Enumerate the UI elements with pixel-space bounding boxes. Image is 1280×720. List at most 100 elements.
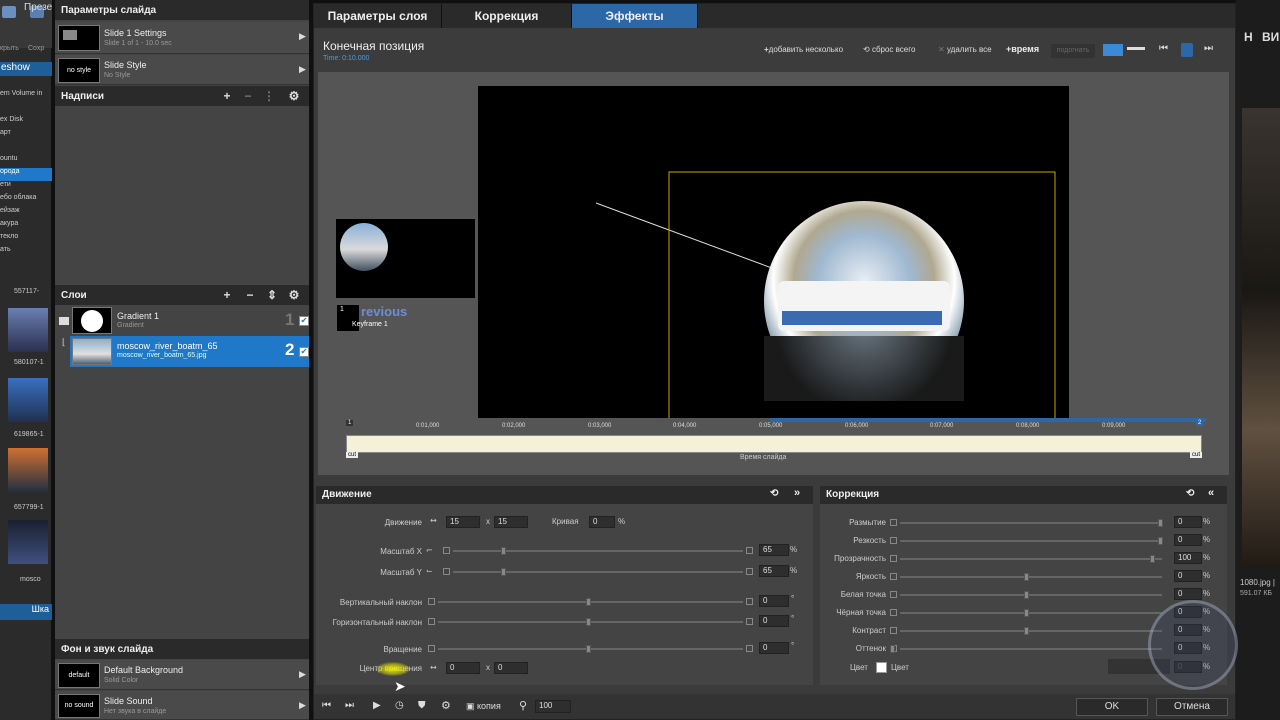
first-slide-icon[interactable]: ⏮ [322,700,331,711]
tree-item[interactable]: ети [0,181,52,194]
scale-y-input[interactable]: 65 [759,565,789,577]
slider-knob[interactable] [890,645,895,653]
scale-y-slider[interactable] [443,565,753,579]
center-y-input[interactable]: 0 [494,662,528,674]
view-mode-double-icon[interactable] [1127,47,1145,52]
link-bracket-icon[interactable]: ⌙ [426,566,433,575]
cut-right[interactable]: cut [1190,452,1203,458]
remove-layer-icon[interactable]: − [243,288,257,302]
tree-item[interactable]: em Volume in [0,90,52,103]
move-caption-icon[interactable]: ⋮ [262,89,276,103]
tree-item-selected[interactable]: орода [0,168,52,181]
slider-knob[interactable] [586,645,591,653]
correction-input[interactable]: 100 [1174,552,1202,564]
tree-item[interactable]: арт [0,129,52,142]
timeline-track[interactable] [346,435,1202,453]
rotation-input[interactable]: 0 [759,642,789,654]
correction-input[interactable]: 0 [1174,588,1202,600]
cut-left[interactable]: cut [346,452,359,458]
tree-item[interactable]: ебо облака [0,194,52,207]
reset-icon[interactable]: ⟲ [770,488,778,499]
correction-input[interactable]: 0 [1174,570,1202,582]
next-slide-icon[interactable]: ⏭ [345,700,354,711]
htilt-slider[interactable] [428,615,753,629]
reset-icon[interactable]: ⟲ [1186,488,1194,499]
slider-knob[interactable] [586,598,591,606]
correction-slider[interactable] [890,606,1170,620]
correction-slider[interactable] [890,534,1170,548]
slide-settings-row[interactable]: Slide 1 Settings Slide 1 of 1 - 10.0 sec… [55,22,309,54]
correction-slider[interactable] [890,624,1170,638]
reset-all-button[interactable]: ⟲ сброс всего [863,45,915,54]
layer-checkbox[interactable]: ✔ [299,316,309,326]
prev-keyframe-icon[interactable]: ⏮ [1159,43,1168,54]
shield-icon[interactable]: ⛊ [418,700,426,711]
correction-slider[interactable] [890,570,1170,584]
remove-caption-icon[interactable]: − [241,89,255,103]
cancel-button[interactable]: Отмена [1156,698,1228,716]
scale-x-slider[interactable] [443,544,753,558]
slide-canvas[interactable] [478,86,1069,418]
next-keyframe-icon[interactable]: ⏭ [1204,43,1213,54]
gear-icon[interactable]: ⚙ [441,699,451,712]
color-swatch[interactable] [876,662,887,673]
layer-visibility-icon[interactable] [59,317,69,325]
move-x-input[interactable]: 15 [446,516,480,528]
previous-keyframe-preview[interactable] [336,219,475,298]
slider-knob[interactable] [1149,555,1155,563]
correction-slider[interactable] [890,642,1170,656]
slider-knob[interactable] [1158,537,1163,545]
slider-knob[interactable] [1024,573,1029,581]
move-y-input[interactable]: 15 [494,516,528,528]
scale-tab[interactable]: Шка [0,604,52,620]
vtilt-slider[interactable] [428,595,753,609]
correction-input[interactable]: 0 [1174,516,1202,528]
zoom-input[interactable]: 100 [535,700,571,713]
add-several-button[interactable]: +добавить несколько [764,45,843,54]
slide-style-row[interactable]: no style Slide Style No Style ▶ [55,55,309,85]
correction-input[interactable]: 0 [1174,534,1202,546]
image-thumb[interactable] [8,378,48,422]
tab-layer-params[interactable]: Параметры слоя [314,4,442,28]
tab-effects[interactable]: Эффекты [572,4,698,28]
match-button[interactable]: подогнать [1051,44,1095,58]
slider-knob[interactable] [1024,591,1029,599]
add-time-button[interactable]: +время [1006,44,1039,54]
ok-button[interactable]: OK [1076,698,1148,716]
copy-button[interactable]: ▣ копия [466,701,501,712]
slider-knob[interactable] [1158,519,1163,527]
menu-fragment[interactable]: Презе [24,2,52,13]
collapse-icon[interactable]: « [1208,487,1214,499]
delete-all-button[interactable]: ✕ удалить все [938,45,992,54]
play-icon[interactable]: ▶ [373,700,381,711]
tree-item[interactable] [0,142,52,155]
sound-row[interactable]: no sound Slide Sound Нет звука в слайде … [55,691,309,720]
center-x-input[interactable]: 0 [446,662,480,674]
reorder-layer-icon[interactable]: ⇕ [265,288,279,302]
tree-item[interactable]: текло [0,233,52,246]
correction-slider[interactable] [890,516,1170,530]
tree-item[interactable]: ать [0,246,52,256]
layer-row-1[interactable]: Gradient 1 Gradient 1 ✔ [55,306,309,336]
scale-x-input[interactable]: 65 [759,544,789,556]
slider-knob[interactable] [501,547,507,555]
slider-knob[interactable] [586,618,591,626]
tree-item[interactable]: ountu [0,155,52,168]
tree-item[interactable]: ex Disk [0,116,52,129]
tree-item[interactable]: акура [0,220,52,233]
view-mode-single-icon[interactable] [1103,44,1123,56]
add-layer-icon[interactable]: + [220,288,234,302]
slideshow-tab[interactable]: eshow [0,62,52,76]
gear-icon[interactable]: ⚙ [287,89,301,103]
collapse-icon[interactable]: » [794,487,800,499]
rotation-slider[interactable] [428,642,753,656]
zoom-icon[interactable]: ⚲ [519,699,527,712]
correction-slider[interactable] [890,588,1170,602]
tree-item[interactable]: ейзаж [0,207,52,220]
tree-item[interactable] [0,103,52,116]
image-thumb[interactable] [8,520,48,564]
background-row[interactable]: default Default Background Solid Color ▶ [55,660,309,690]
layer-row-2-selected[interactable]: moscow_river_boatm_65 moscow_river_boatm… [70,336,309,367]
curve-input[interactable]: 0 [589,516,615,528]
layer-checkbox[interactable]: ✔ [299,347,309,357]
